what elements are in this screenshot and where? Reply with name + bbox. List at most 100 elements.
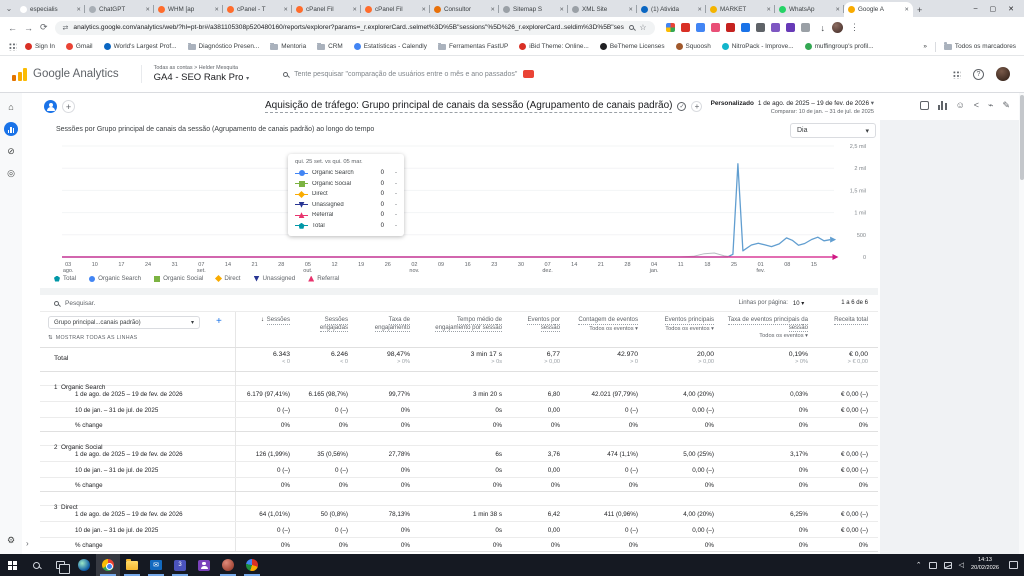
sessions-line-chart[interactable]: 03ago.1017243107set.14212805out.12192602… [48, 142, 870, 274]
app-colored-circle-icon[interactable] [240, 554, 264, 576]
browser-tab[interactable]: cPanel Fil ✕ [292, 2, 361, 17]
column-header[interactable]: ↓ Sessões [236, 312, 300, 347]
add-report-button[interactable]: + [691, 101, 702, 112]
browser-menu-icon[interactable]: ⋮ [850, 22, 859, 33]
chart-options-icon[interactable] [938, 101, 947, 110]
google-apps-grid-icon[interactable] [952, 70, 961, 79]
tab-close-icon[interactable]: ✕ [421, 7, 426, 13]
bookmark-item[interactable]: Diagnóstico Presen... [188, 43, 260, 50]
extension-icon-8[interactable] [771, 23, 780, 32]
tab-close-icon[interactable]: ✕ [766, 7, 771, 13]
bookmark-item[interactable]: BeTheme Licenses [600, 43, 665, 50]
page-title[interactable]: Aquisição de tráfego: Grupo principal de… [265, 100, 672, 113]
share-icon[interactable]: < [974, 101, 979, 110]
bookmark-item[interactable]: Mentoria [270, 43, 306, 50]
nav-admin-gear-icon[interactable]: ⚙ [0, 535, 22, 546]
browser-tab[interactable]: Consultor ✕ [430, 2, 499, 17]
app-red-icon[interactable] [216, 554, 240, 576]
tray-volume-icon[interactable]: ◁ [959, 561, 964, 569]
help-icon[interactable]: ? [973, 69, 984, 80]
scrollbar-thumb[interactable] [1020, 95, 1024, 180]
browser-tab[interactable]: WHM [ap ✕ [154, 2, 223, 17]
extension-icon-6[interactable] [741, 23, 750, 32]
table-search-input[interactable]: Pesquisar. [65, 300, 733, 307]
teams-icon[interactable]: 3 [168, 554, 192, 576]
browser-tab[interactable]: WhatsAp ✕ [775, 2, 844, 17]
taskbar-search-icon[interactable] [24, 554, 48, 576]
browser-tab[interactable]: Sitemap S ✕ [499, 2, 568, 17]
tray-network-icon[interactable] [944, 562, 952, 569]
bookmark-item[interactable]: CRM [317, 43, 343, 50]
tab-close-icon[interactable]: ✕ [76, 7, 81, 13]
column-header[interactable]: Sessões engajadas [300, 312, 358, 347]
add-comparison-button[interactable]: + [62, 100, 75, 113]
extension-icon-4[interactable] [711, 23, 720, 32]
tray-display-icon[interactable] [929, 562, 937, 569]
column-header[interactable]: Eventos principaisTodos os eventos ▾ [648, 312, 724, 347]
bookmark-item[interactable]: Sign In [25, 43, 55, 50]
column-header[interactable]: Tempo médio de engajamento por sessão [420, 312, 512, 347]
add-dimension-button[interactable]: + [216, 316, 222, 327]
browser-tab[interactable]: cPanel Fil ✕ [361, 2, 430, 17]
bookmark-item[interactable]: NitroPack - Improve... [722, 43, 794, 50]
site-settings-icon[interactable]: ⇄ [63, 24, 69, 32]
user-avatar[interactable] [996, 67, 1010, 81]
reload-icon[interactable]: ⟳ [40, 22, 48, 33]
extension-icon-2[interactable] [681, 23, 690, 32]
date-range-picker[interactable]: Personalizado1 de ago. de 2025 – 19 de f… [711, 99, 874, 115]
tab-close-icon[interactable]: ✕ [697, 7, 702, 13]
extension-icon-5[interactable] [726, 23, 735, 32]
tab-close-icon[interactable]: ✕ [214, 7, 219, 13]
column-header[interactable]: Taxa de engajamento [358, 312, 420, 347]
task-view-icon[interactable] [48, 554, 72, 576]
granularity-select[interactable]: Dia ▾ [790, 123, 876, 138]
downloads-icon[interactable]: ↓ [821, 23, 826, 33]
trend-icon[interactable]: ⌁ [988, 101, 993, 110]
edit-pencil-icon[interactable]: ✎ [1002, 101, 1010, 110]
people-app-icon[interactable] [192, 554, 216, 576]
dimension-select[interactable]: Grupo principal...canais padrão)▾ [48, 316, 200, 329]
extension-icon-3[interactable] [696, 23, 705, 32]
browser-profile-avatar[interactable] [832, 22, 843, 33]
start-button[interactable] [0, 554, 24, 576]
tray-expand-icon[interactable]: ⌃ [916, 561, 922, 569]
browser-tab[interactable]: MARKET ✕ [706, 2, 775, 17]
file-explorer-icon[interactable] [120, 554, 144, 576]
notification-center-icon[interactable] [1009, 561, 1018, 569]
insights-icon[interactable]: ☺ [956, 101, 965, 110]
bookmark-item[interactable]: Ferramentas FastUP [438, 43, 508, 50]
browser-tab[interactable]: Google A ✕ [844, 2, 913, 17]
comparison-chip-all-users-icon[interactable] [44, 100, 57, 113]
nav-advertising-icon[interactable]: ◎ [4, 166, 18, 180]
tab-close-icon[interactable]: ✕ [490, 7, 495, 13]
extension-icon-7[interactable] [756, 23, 765, 32]
bookmark-item[interactable]: Squoosh [676, 43, 711, 50]
forward-icon[interactable]: → [24, 23, 33, 33]
column-header[interactable]: Contagem de eventosTodos os eventos ▾ [570, 312, 648, 347]
tab-close-icon[interactable]: ✕ [904, 7, 909, 13]
extension-icon-9[interactable] [786, 23, 795, 32]
zoom-search-icon[interactable] [629, 25, 634, 30]
chrome-icon[interactable] [96, 554, 120, 576]
page-scrollbar[interactable] [1019, 93, 1024, 554]
tab-close-icon[interactable]: ✕ [352, 7, 357, 13]
tab-close-icon[interactable]: ✕ [145, 7, 150, 13]
url-text[interactable]: analytics.google.com/analytics/web/?hl=p… [73, 24, 624, 31]
account-switcher[interactable]: Todas as contas > Helder Mesquita GA4 - … [141, 65, 249, 83]
column-header[interactable]: Taxa de eventos principais da sessãoTodo… [724, 312, 818, 347]
window-menu-chevron-icon[interactable]: ⌄ [2, 4, 16, 13]
edge-icon[interactable] [72, 554, 96, 576]
tab-close-icon[interactable]: ✕ [835, 7, 840, 13]
nav-collapse-icon[interactable]: › [26, 539, 29, 548]
browser-tab[interactable]: especialis ✕ [16, 2, 85, 17]
bookmark-item[interactable]: Gmail [66, 43, 93, 50]
browser-tab[interactable]: XML Site ✕ [568, 2, 637, 17]
browser-tab[interactable]: ChatGPT ✕ [85, 2, 154, 17]
url-field[interactable]: ⇄ analytics.google.com/analytics/web/?hl… [55, 21, 655, 35]
nav-home-icon[interactable]: ⌂ [4, 100, 18, 114]
outlook-icon[interactable]: ✉ [144, 554, 168, 576]
browser-tab[interactable]: cPanel - T ✕ [223, 2, 292, 17]
bookmark-item[interactable]: muffingroup's profil... [805, 43, 874, 50]
ga-search-bar[interactable]: Tente pesquisar "comparação de usuários … [283, 70, 534, 78]
close-button[interactable]: ✕ [1008, 5, 1014, 13]
